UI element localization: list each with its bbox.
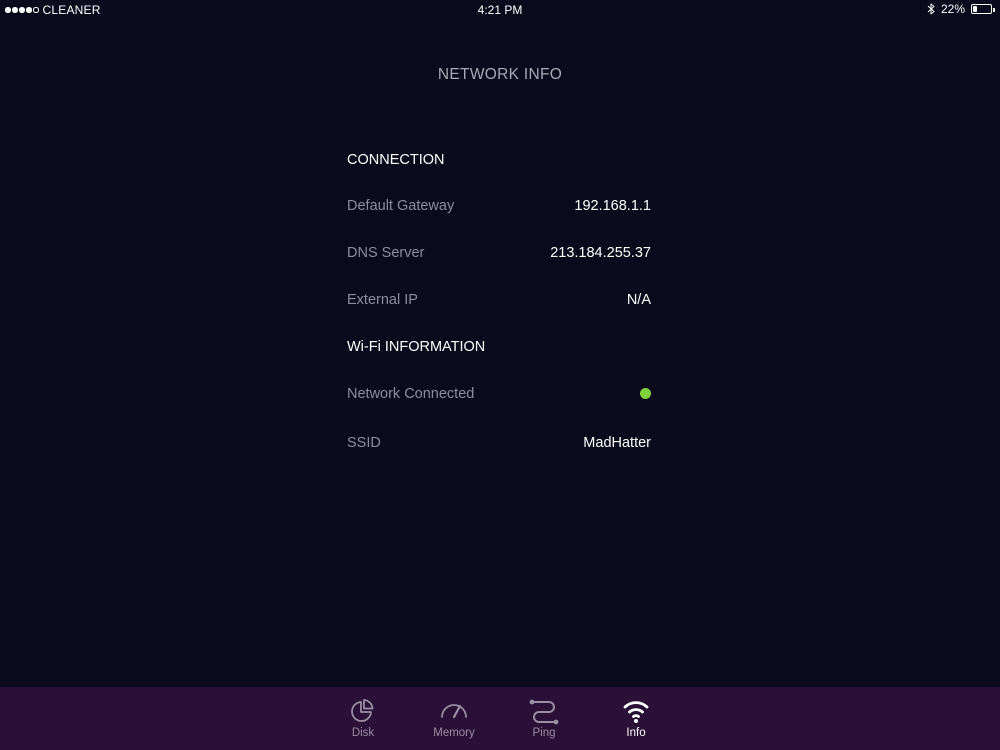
battery-percent: 22% bbox=[940, 2, 965, 16]
external-ip-value: N/A bbox=[626, 292, 651, 308]
ping-route-icon bbox=[529, 699, 559, 725]
status-bar: CLEANER 4:21 PM 22% bbox=[0, 0, 1000, 20]
external-ip-label: External IP bbox=[347, 292, 418, 308]
status-right: 22% bbox=[927, 2, 995, 16]
info-row-dns-server: DNS Server 213.184.255.37 bbox=[347, 243, 651, 263]
info-row-external-ip: External IP N/A bbox=[347, 290, 651, 310]
tab-ping[interactable]: Ping bbox=[499, 687, 589, 750]
gauge-icon bbox=[441, 704, 467, 719]
ssid-label: SSID bbox=[347, 435, 381, 451]
network-connected-label: Network Connected bbox=[347, 386, 475, 402]
section-header-connection: CONNECTION bbox=[347, 152, 445, 168]
tab-disk-label: Disk bbox=[351, 727, 375, 739]
battery-fill bbox=[973, 6, 977, 12]
info-row-network-connected: Network Connected bbox=[347, 384, 651, 404]
info-list: CONNECTION Default Gateway 192.168.1.1 D… bbox=[347, 150, 651, 453]
network-info-screen: CLEANER 4:21 PM 22% NETWORK INFO CONNECT… bbox=[0, 0, 1000, 750]
status-time: 4:21 PM bbox=[477, 3, 523, 17]
wifi-icon bbox=[623, 701, 649, 723]
section-header-wifi: Wi-Fi INFORMATION bbox=[347, 339, 486, 355]
default-gateway-value: 192.168.1.1 bbox=[574, 198, 651, 214]
dns-server-label: DNS Server bbox=[347, 245, 425, 261]
dns-server-value: 213.184.255.37 bbox=[550, 245, 651, 261]
battery-tip bbox=[993, 7, 995, 12]
info-row-ssid: SSID MadHatter bbox=[347, 433, 651, 453]
tab-bar: Disk Memory Ping Info bbox=[0, 687, 1000, 750]
tab-memory[interactable]: Memory bbox=[409, 687, 499, 750]
info-row-default-gateway: Default Gateway 192.168.1.1 bbox=[347, 196, 651, 216]
tab-disk[interactable]: Disk bbox=[318, 687, 408, 750]
battery-icon bbox=[971, 4, 995, 14]
tab-info-label: Info bbox=[626, 727, 646, 739]
default-gateway-label: Default Gateway bbox=[347, 198, 455, 214]
page-title: NETWORK INFO bbox=[437, 66, 563, 83]
connection-status-dot bbox=[640, 388, 651, 399]
ssid-value: MadHatter bbox=[583, 435, 651, 451]
tab-memory-label: Memory bbox=[433, 727, 475, 739]
tab-ping-label: Ping bbox=[532, 727, 556, 739]
tab-info[interactable]: Info bbox=[591, 687, 681, 750]
bluetooth-icon bbox=[927, 3, 935, 15]
disk-pie-icon bbox=[351, 699, 374, 722]
